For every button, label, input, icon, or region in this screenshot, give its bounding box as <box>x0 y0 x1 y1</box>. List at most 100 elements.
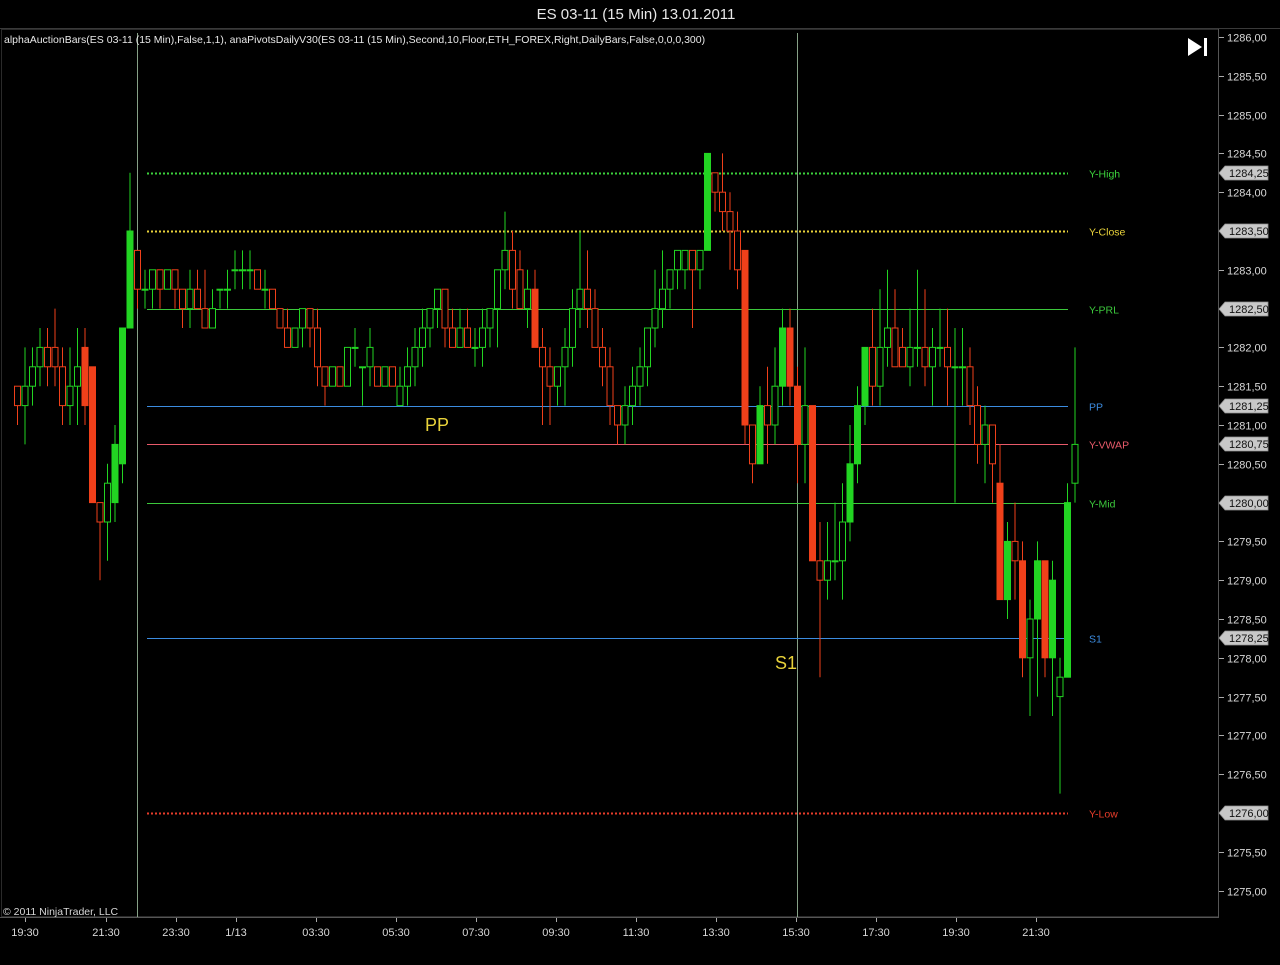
price-badge: 1276,00 <box>1218 805 1269 821</box>
candle-body <box>134 249 141 290</box>
candle <box>209 289 216 329</box>
candle <box>929 328 936 406</box>
x-tick-label: 21:30 <box>92 927 120 939</box>
candle-body <box>486 308 494 329</box>
candle-body <box>891 327 899 368</box>
candle <box>666 269 674 309</box>
candle <box>801 347 809 484</box>
candle-body <box>201 308 209 329</box>
candle <box>246 250 254 290</box>
candle <box>351 328 359 367</box>
x-tick-label: 09:30 <box>542 927 570 939</box>
candle-body <box>449 327 456 348</box>
candle-body <box>494 269 501 310</box>
candle <box>321 366 329 406</box>
candle-body <box>36 346 44 368</box>
candle <box>531 269 539 348</box>
candle <box>959 328 966 406</box>
candle-body <box>561 346 569 368</box>
candle-body <box>111 443 119 504</box>
candle <box>419 308 426 367</box>
candle-body <box>629 385 636 407</box>
level-label-y-high: Y-High <box>1089 169 1120 181</box>
level-label-y-prl: Y-PRL <box>1089 305 1119 317</box>
candle <box>134 249 141 309</box>
candle <box>1019 541 1026 678</box>
candle <box>501 211 509 290</box>
candle <box>1049 560 1056 716</box>
candle <box>1034 541 1041 697</box>
x-tick-label: 19:30 <box>11 927 39 939</box>
candle <box>344 346 351 387</box>
candle <box>216 288 224 309</box>
candle <box>606 347 614 425</box>
candle-body <box>1026 618 1034 659</box>
candle-body <box>599 346 606 368</box>
candle <box>224 269 231 309</box>
candle-body <box>929 346 936 368</box>
candle <box>884 269 891 367</box>
candle <box>951 328 959 503</box>
candle-body <box>756 405 764 465</box>
candle-body <box>824 560 831 581</box>
candle-body <box>764 405 771 426</box>
level-label-pp: PP <box>1089 402 1103 414</box>
candle-body <box>291 327 299 348</box>
candle-body <box>59 366 66 407</box>
candle-body <box>1056 676 1064 698</box>
candle <box>366 328 374 387</box>
candle <box>306 308 314 348</box>
y-tick-label: 1280,50 <box>1227 460 1267 472</box>
candle <box>239 250 246 290</box>
y-tick-label: 1283,00 <box>1227 266 1267 278</box>
candle <box>381 366 389 387</box>
candle-body <box>14 385 21 407</box>
y-tick-label: 1284,00 <box>1227 188 1267 200</box>
x-tick-label: 13:30 <box>702 927 730 939</box>
candle <box>921 289 929 387</box>
candle <box>779 308 786 406</box>
candle <box>861 346 869 425</box>
chart-window: ES 03-11 (15 Min) 13.01.2011 Y-High Y-Clo… <box>0 0 1280 965</box>
candle <box>96 502 104 581</box>
candle-body <box>164 269 171 290</box>
candle-body <box>696 249 704 271</box>
candle-body <box>329 366 336 387</box>
candle <box>584 250 591 328</box>
candle-body <box>816 560 824 581</box>
candle-body <box>426 308 434 329</box>
candle-body <box>839 521 846 562</box>
x-tick-label: 07:30 <box>462 927 490 939</box>
candle <box>284 308 291 348</box>
price-badge-text: 1280,75 <box>1229 439 1269 451</box>
candle <box>711 172 719 212</box>
candle-body <box>974 405 981 445</box>
candle <box>1026 599 1034 716</box>
candle-body <box>569 308 576 348</box>
candle <box>486 308 494 348</box>
x-tick-label: 15:30 <box>782 927 810 939</box>
candle <box>509 231 516 309</box>
level-label-y-close: Y-Close <box>1089 227 1126 239</box>
candle <box>629 366 636 425</box>
candle-body <box>306 308 314 329</box>
candle-body <box>471 346 479 349</box>
candle-body <box>584 288 591 310</box>
candle-body <box>846 463 854 523</box>
indicator-label: alphaAuctionBars(ES 03-11 (15 Min),False… <box>4 34 705 46</box>
pp-annotation: PP <box>425 415 449 435</box>
candle <box>561 328 569 406</box>
skip-to-end-icon[interactable] <box>1188 38 1207 56</box>
candle-body <box>876 346 884 387</box>
candle-body <box>546 366 554 387</box>
candle-body <box>404 366 411 387</box>
candle <box>719 153 726 231</box>
candle-body <box>299 308 306 329</box>
candle-body <box>981 424 989 445</box>
x-tick-label: 19:30 <box>942 927 970 939</box>
candle <box>809 405 816 562</box>
candle-body <box>801 405 809 445</box>
candle <box>456 308 464 348</box>
candle-body <box>1004 540 1011 601</box>
candle-body <box>224 288 231 291</box>
